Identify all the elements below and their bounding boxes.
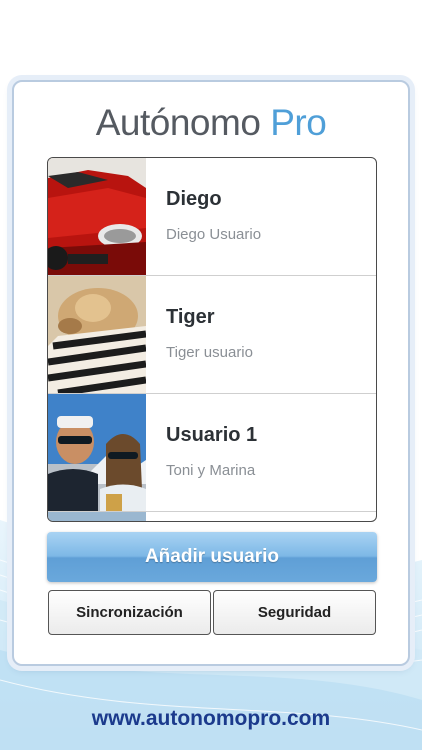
avatar-sleeping-cat bbox=[48, 276, 146, 393]
user-subtitle: Tiger usuario bbox=[166, 344, 253, 361]
app-title-main: Autónomo bbox=[95, 102, 271, 143]
user-row-partial[interactable] bbox=[48, 512, 376, 521]
website-url[interactable]: www.autonomopro.com bbox=[0, 707, 422, 731]
user-row-tiger[interactable]: Tiger Tiger usuario bbox=[48, 276, 376, 394]
app-title: Autónomo Pro bbox=[14, 102, 408, 144]
user-list[interactable]: Diego Diego Usuario Tiger Tiger usuario … bbox=[47, 157, 377, 522]
user-subtitle: Diego Usuario bbox=[166, 226, 262, 243]
user-row-diego[interactable]: Diego Diego Usuario bbox=[48, 158, 376, 276]
user-row-usuario-1[interactable]: Usuario 1 Toni y Marina bbox=[48, 394, 376, 512]
main-card: Autónomo Pro Diego Diego Usuario Tiger T… bbox=[12, 80, 410, 666]
avatar-red-car bbox=[48, 158, 146, 275]
add-user-button[interactable]: Añadir usuario bbox=[47, 532, 377, 582]
avatar-partial bbox=[48, 512, 146, 521]
user-name: Usuario 1 bbox=[166, 424, 258, 446]
security-button[interactable]: Seguridad bbox=[213, 590, 376, 635]
sync-button[interactable]: Sincronización bbox=[48, 590, 211, 635]
avatar-couple-selfie bbox=[48, 394, 146, 511]
user-subtitle: Toni y Marina bbox=[166, 462, 256, 479]
app-title-accent: Pro bbox=[270, 102, 327, 143]
user-name: Tiger bbox=[166, 306, 215, 328]
user-name: Diego bbox=[166, 188, 222, 210]
